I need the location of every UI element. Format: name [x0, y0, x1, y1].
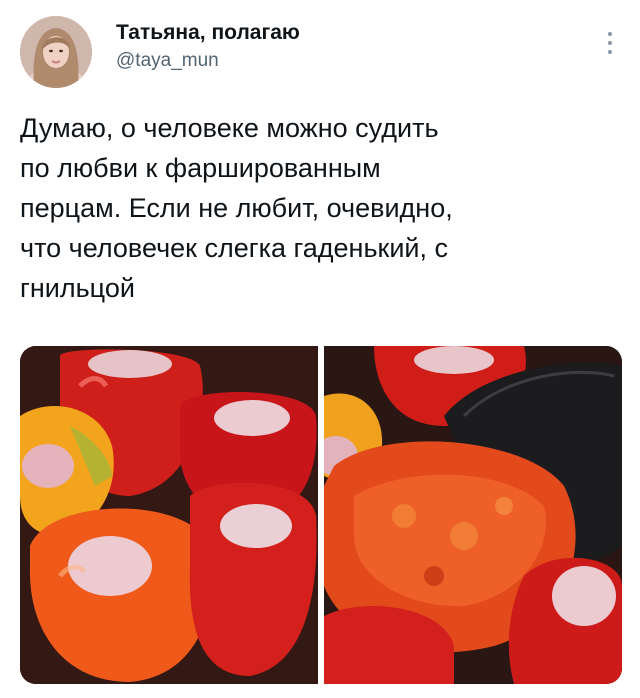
- media-photo-stuffed-peppers[interactable]: [20, 346, 318, 684]
- more-vertical-icon[interactable]: [600, 28, 620, 58]
- author-info: Татьяна, полагаю @taya_mun: [116, 20, 300, 73]
- tweet-text: Думаю, о человеке можно судить по любви …: [20, 113, 453, 303]
- tweet-card: Татьяна, полагаю @taya_mun Думаю, о чело…: [0, 0, 640, 698]
- author-display-name[interactable]: Татьяна, полагаю: [116, 20, 300, 46]
- author-handle[interactable]: @taya_mun: [116, 49, 300, 73]
- avatar[interactable]: [20, 16, 92, 88]
- media-photo-sauce-spoon[interactable]: [324, 346, 622, 684]
- avatar-image: [20, 16, 92, 88]
- tweet-media: [20, 346, 622, 684]
